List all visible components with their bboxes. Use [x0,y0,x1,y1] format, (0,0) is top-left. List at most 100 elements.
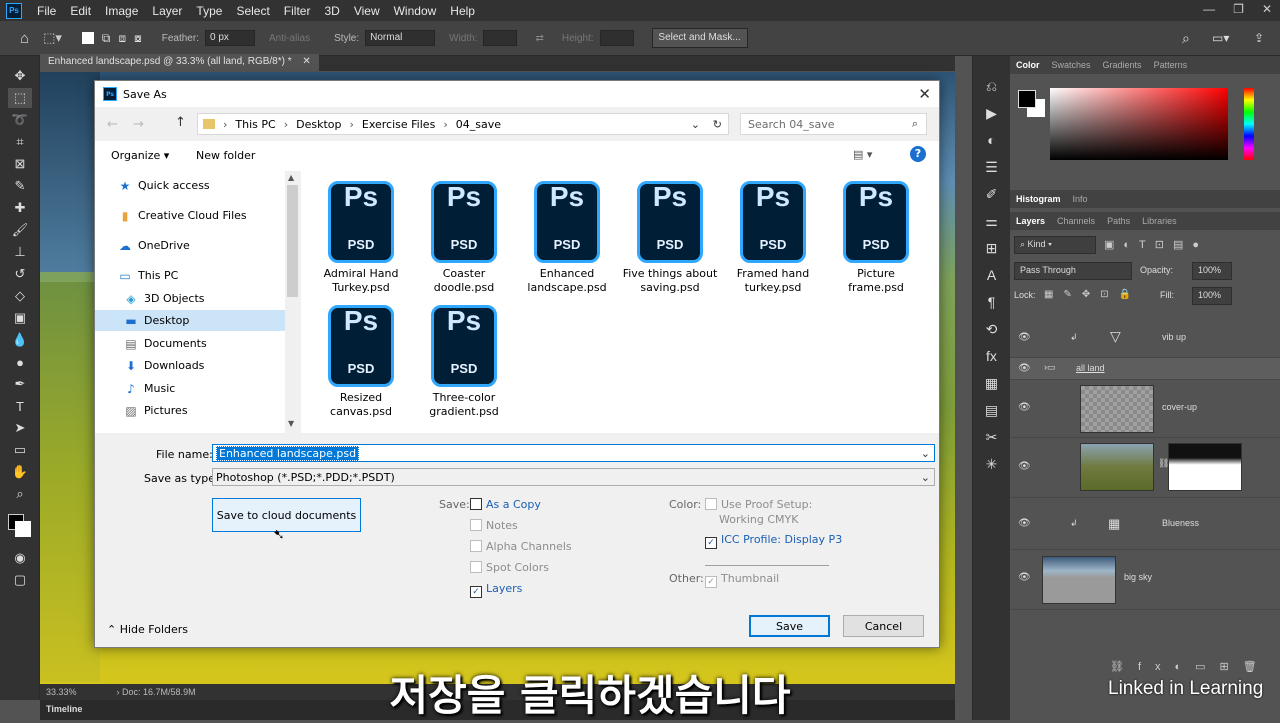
visibility-eye-icon[interactable]: 👁 [1018,518,1032,529]
color-picker-field[interactable] [1050,88,1228,160]
marquee-preset-icon[interactable]: ⬚▾ [43,30,62,46]
healing-tool-icon[interactable]: ✚ [8,198,32,218]
history-brush-icon[interactable]: ↺ [8,264,32,284]
menu-file[interactable]: File [30,4,63,18]
checkbox-box[interactable] [470,561,482,573]
file-item[interactable]: Ps PSD Enhanced landscape.psd [517,181,617,295]
blur-tool-icon[interactable]: 💧 [8,330,32,350]
search-input[interactable]: Search 04_save ⌕ [740,113,927,135]
search-icon[interactable]: ⌕ [1182,30,1190,47]
help-icon[interactable]: ? [910,146,926,162]
refresh-icon[interactable]: ↻ [713,118,722,131]
nav-this-pc[interactable]: ▭ This PC [117,265,178,286]
file-item[interactable]: Ps PSD Resized canvas.psd [311,305,411,419]
select-and-mask-button[interactable]: Select and Mask... [651,28,748,48]
3d-icon[interactable]: ⟲ [973,318,1010,340]
alpha-channels-checkbox[interactable]: Alpha Channels [470,540,572,553]
tab-color[interactable]: Color [1016,60,1040,70]
history-panel-icon[interactable]: ⎌ [973,75,1010,97]
background-color-swatch[interactable] [15,521,31,537]
tab-paths[interactable]: Paths [1107,216,1130,226]
close-window-icon[interactable]: ✕ [1262,2,1272,16]
height-input[interactable] [599,30,634,46]
file-item[interactable]: Ps PSD Admiral Hand Turkey.psd [311,181,411,295]
back-arrow-icon[interactable]: ← [107,117,118,132]
spot-colors-checkbox[interactable]: Spot Colors [470,561,549,574]
savetype-select[interactable]: Photoshop (*.PSD;*.PDD;*.PSDT) ⌄ [212,468,935,486]
shape-tool-icon[interactable]: ▭ [8,440,32,460]
brush-settings-icon[interactable]: ✐ [973,183,1010,205]
close-icon[interactable]: ✕ [918,85,931,103]
width-input[interactable] [483,30,518,46]
quick-mask-icon[interactable]: ◉ [8,548,32,568]
proof-setup-checkbox[interactable]: Use Proof Setup: [705,498,812,511]
nav-pictures[interactable]: ▨ Pictures [123,400,187,421]
visibility-eye-icon[interactable]: 👁 [1018,461,1032,472]
new-folder-button[interactable]: New folder [196,149,255,162]
swap-icon[interactable]: ⇄ [535,33,543,44]
nav-creative-cloud[interactable]: ▮ Creative Cloud Files [117,205,247,226]
notes-checkbox[interactable]: Notes [470,519,518,532]
nav-downloads[interactable]: ⬇ Downloads [123,355,204,376]
tab-info[interactable]: Info [1073,194,1088,204]
styles-icon[interactable]: ☰ [973,156,1010,178]
menu-filter[interactable]: Filter [277,4,318,18]
subtract-selection-icon[interactable]: ⧈ [118,31,126,46]
layer-filter-icons[interactable]: ▣◐T⊡▤● [1104,238,1208,251]
cancel-button[interactable]: Cancel [843,615,924,637]
file-item[interactable]: Ps PSD Framed hand turkey.psd [723,181,823,295]
brush-tool-icon[interactable]: 🖌 [8,220,32,240]
nav-documents[interactable]: ▤ Documents [123,333,206,354]
scroll-down-icon[interactable]: ▼ [288,419,294,428]
nav-music[interactable]: ♪ Music [123,378,175,399]
gradient-tool-icon[interactable]: ▣ [8,308,32,328]
nav-quick-access[interactable]: ★ Quick access [117,175,210,196]
scroll-up-icon[interactable]: ▲ [288,173,294,182]
opacity-input[interactable]: 100% [1192,262,1232,280]
save-to-cloud-button[interactable]: Save to cloud documents [212,498,361,532]
path-select-tool-icon[interactable]: ➤ [8,418,32,438]
visibility-eye-icon[interactable]: 👁 [1018,402,1032,413]
tab-patterns[interactable]: Patterns [1154,60,1188,70]
menu-image[interactable]: Image [98,4,145,18]
actions-play-icon[interactable]: ▶ [973,102,1010,124]
frame-tool-icon[interactable]: ⊠ [8,154,32,174]
menu-edit[interactable]: Edit [63,4,98,18]
zoom-tool-icon[interactable]: ⌕ [8,484,32,504]
document-tab[interactable]: Enhanced landscape.psd @ 33.3% (all land… [40,54,319,71]
chevron-down-icon[interactable]: ⌄ [921,447,930,460]
menu-window[interactable]: Window [387,4,444,18]
filename-input[interactable]: Enhanced landscape.psd ⌄ [212,444,935,462]
hand-tool-icon[interactable]: ✋ [8,462,32,482]
restore-icon[interactable]: ❐ [1233,2,1244,16]
layers-checkbox[interactable]: ✓ Layers [470,582,522,598]
checkbox-checked[interactable]: ✓ [705,576,717,588]
tab-gradients[interactable]: Gradients [1103,60,1142,70]
file-item[interactable]: Ps PSD Three-color gradient.psd [414,305,514,419]
add-selection-icon[interactable]: ⧉ [102,31,111,46]
minimize-icon[interactable]: — [1203,2,1215,16]
layer-row[interactable]: 👁 ⛓ [1010,438,1280,498]
zoom-level[interactable]: 33.33% [46,687,77,697]
layer-row[interactable]: 👁 ↲ ▽ vib up [1010,320,1280,358]
nav-scrollbar[interactable]: ▲ ▼ [285,171,300,433]
checkbox-box[interactable] [705,498,717,510]
checkbox-box[interactable] [470,498,482,510]
tab-layers[interactable]: Layers [1016,216,1045,226]
eyedropper-tool-icon[interactable]: ✎ [8,176,32,196]
color-swatches[interactable] [0,512,39,546]
tools-icon[interactable]: ✂ [973,426,1010,448]
save-button[interactable]: Save [749,615,830,637]
pen-tool-icon[interactable]: ✒ [8,374,32,394]
stamp-tool-icon[interactable]: ⊥ [8,242,32,262]
visibility-eye-icon[interactable]: 👁 [1018,332,1032,343]
menu-3d[interactable]: 3D [317,4,346,18]
breadcrumb-desktop[interactable]: Desktop [296,118,341,131]
hide-folders-button[interactable]: ⌃ Hide Folders [107,623,188,636]
crop-tool-icon[interactable]: ⌗ [8,132,32,152]
checkbox-checked[interactable]: ✓ [705,537,717,549]
properties-icon[interactable]: ⚌ [973,210,1010,232]
adjustments-icon[interactable]: ◐ [973,129,1010,151]
chevron-down-icon[interactable]: ⌄ [921,471,930,484]
notes-icon[interactable]: ▤ [973,399,1010,421]
